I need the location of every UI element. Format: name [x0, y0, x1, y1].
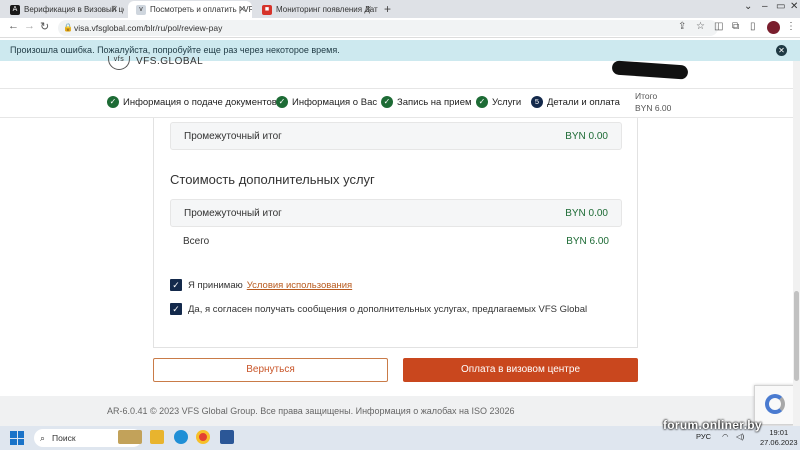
footer-text: AR-6.0.41 © 2023 VFS Global Group. Все п…	[107, 406, 515, 416]
tab-label: Верификация в Визовый центр	[24, 5, 124, 14]
maximize-icon[interactable]: ▭	[776, 1, 785, 12]
subtotal-value: BYN 0.00	[565, 208, 608, 219]
language-indicator[interactable]: РУС	[696, 432, 711, 441]
total-label: Итого	[635, 91, 658, 101]
page-scrollbar[interactable]	[793, 61, 800, 426]
browser-tab[interactable]: A Верификация в Визовый центр ✕	[2, 1, 124, 18]
a-icon: A	[10, 5, 20, 15]
terms-text: Я принимаю	[188, 279, 243, 291]
browser-tab[interactable]: ■ Мониторинг появления Дат на ✕	[254, 1, 378, 18]
check-icon: ✓	[107, 96, 119, 108]
chevron-down-icon[interactable]: ⌄	[744, 1, 752, 12]
clock-date: 27.06.2023	[760, 438, 798, 447]
tab-label: Мониторинг появления Дат на	[276, 5, 378, 14]
forward-arrow-icon[interactable]: →	[24, 20, 35, 32]
vfs-logo[interactable]: vfs VFS.GLOBAL	[108, 56, 203, 70]
subtotal-row: Промежуточный итог BYN 0.00	[170, 122, 622, 150]
minimize-icon[interactable]: –	[762, 1, 768, 12]
browser-tab-active[interactable]: v Посмотреть и оплатить | VFS Gl ✕	[128, 1, 252, 18]
vfs-logo-mark-icon: vfs	[108, 56, 130, 70]
step-documents: ✓ Информация о подаче документов	[107, 96, 277, 108]
forum-watermark: forum.onliner.by	[663, 418, 762, 432]
step-about-you: ✓ Информация о Вас	[276, 96, 377, 108]
address-bar-row: ← → ↻ 🔒 visa.vfsglobal.com/blr/ru/pol/re…	[0, 18, 800, 38]
share-icon[interactable]: ⇪	[678, 21, 686, 32]
terms-consent: ✓ Я принимаю Условия использования	[170, 279, 352, 291]
windows-start-icon[interactable]	[10, 431, 24, 445]
search-placeholder: Поиск	[52, 433, 76, 443]
monitor-icon: ■	[262, 5, 272, 15]
check-icon: ✓	[476, 96, 488, 108]
tab-label: Посмотреть и оплатить | VFS Gl	[150, 5, 252, 14]
step-label: Услуги	[492, 96, 522, 108]
reload-icon[interactable]: ↻	[40, 20, 49, 33]
close-tab-icon[interactable]: ✕	[110, 4, 118, 15]
lock-icon: 🔒	[63, 23, 73, 32]
step-number: 5	[531, 96, 543, 108]
progress-steps: ✓ Информация о подаче документов ✓ Инфор…	[0, 88, 800, 118]
subtotal-label: Промежуточный итог	[184, 208, 282, 219]
step-label: Детали и оплата	[547, 96, 620, 108]
wifi-icon[interactable]: ◠	[722, 432, 729, 441]
additional-subtotal-row: Промежуточный итог BYN 0.00	[170, 199, 622, 227]
logo-text: VFS.GLOBAL	[136, 56, 204, 67]
new-tab-button[interactable]: +	[384, 2, 391, 16]
browser-tab-strip: A Верификация в Визовый центр ✕ v Посмот…	[0, 0, 800, 18]
star-icon[interactable]: ☆	[696, 21, 705, 32]
error-message: Произошла ошибка. Пожалуйста, попробуйте…	[10, 45, 340, 55]
redacted-user-info	[611, 60, 689, 80]
search-icon: ⌕	[40, 433, 46, 443]
close-tab-icon[interactable]: ✕	[238, 4, 246, 15]
check-icon: ✓	[381, 96, 393, 108]
payment-summary-card: Промежуточный итог BYN 0.00 Стоимость до…	[153, 118, 638, 348]
extensions-puzzle-icon[interactable]: ⧉	[732, 21, 739, 32]
step-label: Информация о подаче документов	[123, 96, 277, 108]
subtotal-value: BYN 0.00	[565, 131, 608, 142]
total-value: BYN 6.00	[635, 103, 672, 113]
back-arrow-icon[interactable]: ←	[8, 20, 19, 32]
recaptcha-icon	[765, 394, 785, 414]
back-button[interactable]: Вернуться	[153, 358, 388, 382]
step-label: Запись на прием	[397, 96, 472, 108]
grand-total-value: BYN 6.00	[566, 236, 609, 247]
file-explorer-icon[interactable]	[150, 430, 164, 444]
close-icon[interactable]: ✕	[776, 45, 787, 56]
subtotal-label: Промежуточный итог	[184, 131, 282, 142]
step-payment: 5 Детали и оплата	[531, 96, 620, 108]
scrollbar-thumb[interactable]	[794, 291, 799, 381]
volume-icon[interactable]: ◁)	[736, 432, 744, 441]
section-title: Стоимость дополнительных услуг	[170, 172, 375, 187]
vfs-icon: v	[136, 5, 146, 15]
edge-icon[interactable]	[174, 430, 188, 444]
marketing-text: Да, я согласен получать сообщения о допо…	[188, 303, 588, 315]
pay-at-visa-center-button[interactable]: Оплата в визовом центре	[403, 358, 638, 382]
chrome-icon[interactable]	[196, 430, 210, 444]
step-services: ✓ Услуги	[476, 96, 521, 108]
close-window-icon[interactable]: ✕	[790, 1, 798, 12]
marketing-checkbox[interactable]: ✓	[170, 303, 182, 315]
word-icon[interactable]	[220, 430, 234, 444]
step-appointment: ✓ Запись на прием	[381, 96, 472, 108]
url-text: visa.vfsglobal.com/blr/ru/pol/review-pay	[74, 23, 223, 33]
terms-checkbox[interactable]: ✓	[170, 279, 182, 291]
grand-total-row: Всего BYN 6.00	[170, 228, 622, 256]
grand-total-label: Всего	[183, 236, 210, 247]
marketing-consent: ✓ Да, я согласен получать сообщения о до…	[170, 303, 587, 315]
step-label: Информация о Вас	[292, 96, 378, 108]
check-icon: ✓	[276, 96, 288, 108]
avatar[interactable]	[767, 21, 780, 34]
extension-icon[interactable]: ◫	[714, 21, 723, 32]
clock-time: 19:01	[769, 428, 789, 437]
weather-widget-icon[interactable]	[118, 430, 142, 444]
taskbar-clock[interactable]: 19:01 27.06.2023	[760, 428, 798, 448]
url-input[interactable]: 🔒 visa.vfsglobal.com/blr/ru/pol/review-p…	[58, 20, 718, 36]
close-tab-icon[interactable]: ✕	[364, 4, 372, 15]
sidebar-icon[interactable]: ▯	[750, 21, 756, 32]
terms-link[interactable]: Условия использования	[247, 280, 352, 291]
menu-dots-icon[interactable]: ⋮	[786, 21, 796, 32]
